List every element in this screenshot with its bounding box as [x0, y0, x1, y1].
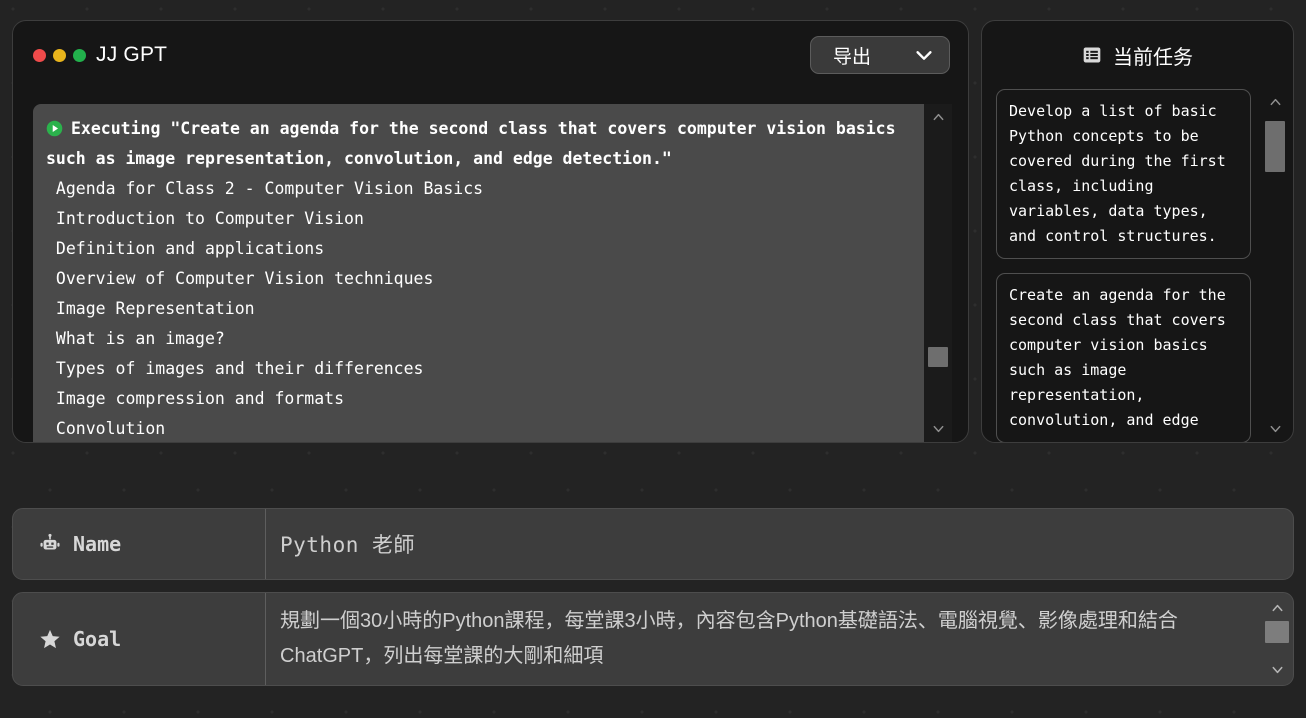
- console-scrollbar[interactable]: [924, 104, 952, 442]
- terminal-window: JJ GPT 导出 Executing "Create an agenda fo…: [12, 20, 969, 443]
- robot-icon: [39, 533, 61, 555]
- console-area: Executing "Create an agenda for the seco…: [33, 104, 952, 442]
- console-scroll-thumb[interactable]: [928, 347, 948, 368]
- goal-scroll-track[interactable]: [1263, 621, 1291, 657]
- top-section: JJ GPT 导出 Executing "Create an agenda fo…: [12, 20, 1294, 443]
- scroll-down-button[interactable]: [1263, 657, 1291, 683]
- console-line: Types of images and their differences: [46, 359, 424, 378]
- list-view-icon: [1082, 45, 1102, 65]
- console-scroll-track[interactable]: [924, 130, 952, 416]
- name-field-value: Python 老師: [280, 533, 416, 557]
- task-card[interactable]: Develop a list of basic Python concepts …: [996, 89, 1251, 259]
- console-line: Image Representation: [46, 299, 255, 318]
- name-field-label: Name: [73, 532, 122, 556]
- scroll-down-button[interactable]: [924, 416, 952, 442]
- console-line: Definition and applications: [46, 239, 325, 258]
- scroll-down-button[interactable]: [1261, 416, 1289, 442]
- task-panel-header: 当前任务: [982, 21, 1293, 89]
- close-window-icon[interactable]: [33, 48, 46, 62]
- goal-field-label-cell: Goal: [13, 593, 266, 685]
- task-scroll-track[interactable]: [1261, 115, 1289, 416]
- task-scroll-thumb[interactable]: [1265, 121, 1285, 173]
- chevron-down-icon: [913, 44, 935, 66]
- current-task-panel: 当前任务 Develop a list of basic Python conc…: [981, 20, 1294, 443]
- name-field-value-cell[interactable]: Python 老師: [266, 509, 1293, 579]
- app-title: JJ GPT: [96, 43, 168, 66]
- task-list: Develop a list of basic Python concepts …: [982, 89, 1261, 442]
- goal-field-label: Goal: [73, 627, 122, 651]
- minimize-window-icon[interactable]: [53, 48, 66, 62]
- scroll-up-button[interactable]: [924, 104, 952, 130]
- goal-scrollbar[interactable]: [1263, 595, 1291, 683]
- console-line: Overview of Computer Vision techniques: [46, 269, 434, 288]
- name-field-row: Name Python 老師: [12, 508, 1294, 580]
- console-line: Agenda for Class 2 - Computer Vision Bas…: [46, 179, 484, 198]
- goal-field-value-cell[interactable]: 規劃一個30小時的Python課程，每堂課3小時，內容包含Python基礎語法、…: [266, 593, 1263, 685]
- console-line: What is an image?: [46, 329, 225, 348]
- task-panel-body: Develop a list of basic Python concepts …: [982, 89, 1293, 442]
- name-field-label-cell: Name: [13, 509, 266, 579]
- task-card[interactable]: Create an agenda for the second class th…: [996, 273, 1251, 442]
- console-line: Introduction to Computer Vision: [46, 209, 364, 228]
- goal-field-row: Goal 規劃一個30小時的Python課程，每堂課3小時，內容包含Python…: [12, 592, 1294, 686]
- traffic-light-group: [33, 48, 86, 62]
- console-line: Convolution: [46, 419, 166, 438]
- task-panel-title: 当前任务: [1113, 46, 1193, 69]
- executing-text: Executing "Create an agenda for the seco…: [46, 119, 896, 168]
- goal-field-value: 規劃一個30小時的Python課程，每堂課3小時，內容包含Python基礎語法、…: [280, 610, 1178, 667]
- scroll-up-button[interactable]: [1263, 595, 1291, 621]
- maximize-window-icon[interactable]: [73, 48, 86, 62]
- console-output[interactable]: Executing "Create an agenda for the seco…: [33, 104, 924, 442]
- goal-scroll-thumb[interactable]: [1265, 621, 1289, 643]
- play-circle-icon: [46, 120, 63, 137]
- scroll-up-button[interactable]: [1261, 89, 1289, 115]
- console-line: Image compression and formats: [46, 389, 345, 408]
- task-panel-scrollbar[interactable]: [1261, 89, 1293, 442]
- console-executing-line: Executing "Create an agenda for the seco…: [46, 114, 912, 174]
- export-button[interactable]: 导出: [810, 36, 950, 74]
- window-titlebar: JJ GPT 导出: [13, 21, 968, 89]
- export-button-label: 导出: [833, 46, 872, 68]
- star-icon: [39, 628, 61, 650]
